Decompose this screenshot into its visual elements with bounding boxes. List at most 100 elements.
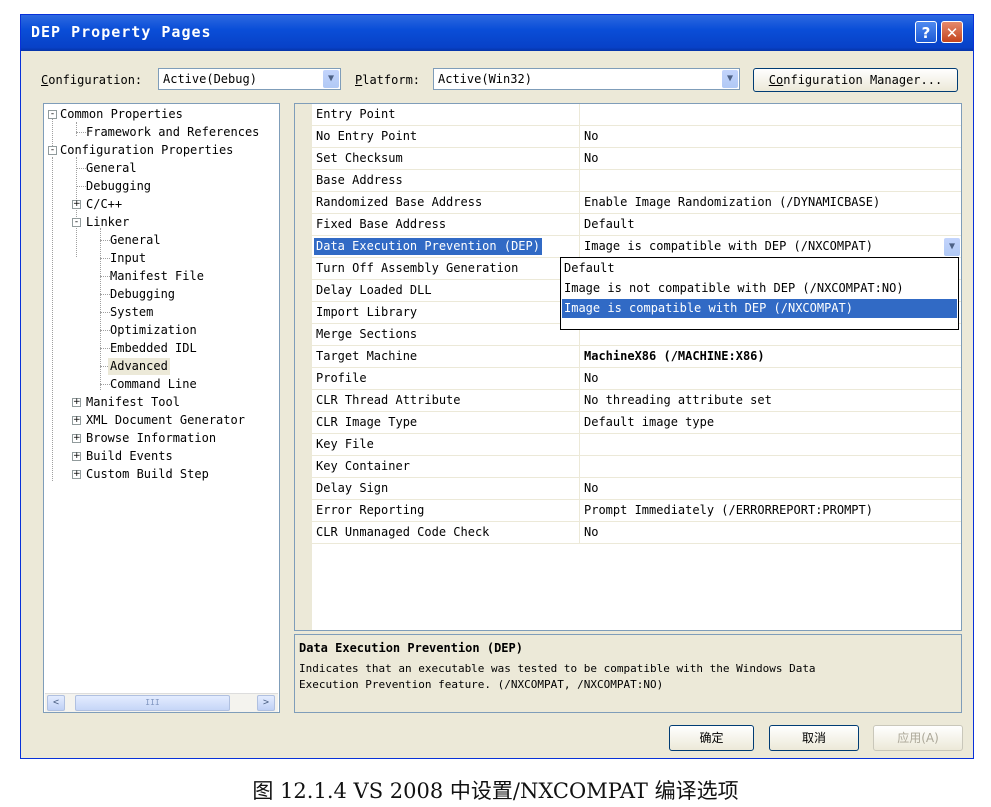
property-value: MachineX86 (/MACHINE:X86) (584, 349, 765, 363)
property-row-delay-sign[interactable]: Delay Sign No (312, 478, 961, 500)
collapse-icon[interactable]: - (72, 218, 81, 227)
tree-item-linker-advanced[interactable]: Advanced (108, 358, 170, 375)
property-value: No threading attribute set (584, 393, 772, 407)
configuration-label: Configuration: (41, 73, 142, 87)
tree-item-linker-command-line[interactable]: Command Line (110, 376, 197, 393)
property-row-base-address[interactable]: Base Address (312, 170, 961, 192)
tree-item-custom-build-step[interactable]: Custom Build Step (86, 466, 209, 483)
scroll-left-icon[interactable]: < (47, 695, 65, 711)
ok-button[interactable]: 确定 (669, 725, 754, 751)
description-line-2: Execution Prevention feature. (/NXCOMPAT… (299, 678, 664, 691)
property-row-clr-unmanaged-code-check[interactable]: CLR Unmanaged Code Check No (312, 522, 961, 544)
close-button[interactable]: ✕ (941, 21, 963, 43)
tree-item-linker[interactable]: Linker (86, 214, 129, 231)
property-name: Merge Sections (316, 327, 418, 341)
property-name: Data Execution Prevention (DEP) (314, 238, 542, 255)
property-grid[interactable]: Entry Point No Entry Point No Set Checksu… (294, 103, 962, 631)
cancel-button[interactable]: 取消 (769, 725, 859, 751)
tree-item-browse-information[interactable]: Browse Information (86, 430, 216, 447)
property-value: Enable Image Randomization (/DYNAMICBASE… (584, 195, 881, 209)
property-name: Key Container (316, 459, 410, 473)
tree-item-general[interactable]: General (86, 160, 137, 177)
property-value: No (584, 371, 599, 385)
property-row-fixed-base-address[interactable]: Fixed Base Address Default (312, 214, 961, 236)
platform-select[interactable]: Active(Win32) ▼ (433, 68, 740, 90)
property-row-entry-point[interactable]: Entry Point (312, 104, 961, 126)
property-name: Base Address (316, 173, 403, 187)
collapse-icon[interactable]: - (48, 110, 57, 119)
tree-item-common-properties[interactable]: Common Properties (60, 106, 183, 123)
property-value: No (584, 525, 599, 539)
property-value: Prompt Immediately (/ERRORREPORT:PROMPT) (584, 503, 873, 517)
expand-icon[interactable]: + (72, 452, 81, 461)
configuration-manager-button[interactable]: Configuration Manager... (753, 68, 958, 92)
collapse-icon[interactable]: - (48, 146, 57, 155)
property-value: Image is compatible with DEP (/NXCOMPAT) (584, 239, 873, 253)
property-row-key-container[interactable]: Key Container (312, 456, 961, 478)
platform-label: Platform: (355, 73, 420, 87)
property-name: Key File (316, 437, 374, 451)
tree-item-xml-document-generator[interactable]: XML Document Generator (86, 412, 245, 429)
expand-icon[interactable]: + (72, 200, 81, 209)
tree-item-cpp[interactable]: C/C++ (86, 196, 122, 213)
property-row-set-checksum[interactable]: Set Checksum No (312, 148, 961, 170)
config-manager-text: nfiguration Manager... (783, 73, 943, 87)
help-button[interactable]: ? (915, 21, 937, 43)
property-row-clr-image-type[interactable]: CLR Image Type Default image type (312, 412, 961, 434)
tree-horizontal-scrollbar[interactable]: < III > (45, 693, 278, 712)
property-row-clr-thread-attribute[interactable]: CLR Thread Attribute No threading attribu… (312, 390, 961, 412)
chevron-down-icon[interactable]: ▼ (323, 70, 339, 88)
property-row-no-entry-point[interactable]: No Entry Point No (312, 126, 961, 148)
expand-icon[interactable]: + (72, 398, 81, 407)
tree-item-linker-embedded-idl[interactable]: Embedded IDL (110, 340, 197, 357)
tree-item-framework-references[interactable]: Framework and References (86, 124, 259, 141)
property-name: Profile (316, 371, 367, 385)
tree-item-linker-system[interactable]: System (110, 304, 153, 321)
configuration-value: Active(Debug) (163, 72, 257, 86)
tree-item-configuration-properties[interactable]: Configuration Properties (60, 142, 233, 159)
property-name: Fixed Base Address (316, 217, 447, 231)
property-row-target-machine[interactable]: Target Machine MachineX86 (/MACHINE:X86) (312, 346, 961, 368)
property-value: Default image type (584, 415, 715, 429)
title-bar[interactable]: DEP Property Pages ? ✕ (21, 15, 973, 51)
property-row-dep[interactable]: Data Execution Prevention (DEP) Image is … (312, 236, 961, 258)
property-value: No (584, 129, 599, 143)
property-name: CLR Thread Attribute (316, 393, 461, 407)
dropdown-option-default[interactable]: Default (562, 259, 957, 278)
dep-dropdown-list[interactable]: Default Image is not compatible with DEP… (560, 257, 959, 330)
tree-item-linker-input[interactable]: Input (110, 250, 146, 267)
configuration-label-text: onfiguration: (48, 73, 143, 87)
tree-item-build-events[interactable]: Build Events (86, 448, 173, 465)
chevron-down-icon[interactable]: ▼ (722, 70, 738, 88)
scroll-right-icon[interactable]: > (257, 695, 275, 711)
expand-icon[interactable]: + (72, 470, 81, 479)
property-row-error-reporting[interactable]: Error Reporting Prompt Immediately (/ERRO… (312, 500, 961, 522)
property-value: No (584, 481, 599, 495)
chevron-down-icon[interactable]: ▼ (944, 238, 960, 256)
property-row-profile[interactable]: Profile No (312, 368, 961, 390)
platform-label-text: latform: (362, 73, 421, 87)
expand-icon[interactable]: + (72, 416, 81, 425)
tree-item-linker-general[interactable]: General (110, 232, 161, 249)
tree-item-debugging[interactable]: Debugging (86, 178, 151, 195)
description-panel: Data Execution Prevention (DEP) Indicate… (294, 634, 962, 713)
tree-item-linker-debugging[interactable]: Debugging (110, 286, 175, 303)
property-name: Turn Off Assembly Generation (316, 261, 519, 275)
property-row-randomized-base-address[interactable]: Randomized Base Address Enable Image Rand… (312, 192, 961, 214)
grid-gutter (295, 104, 312, 630)
tree-item-manifest-tool[interactable]: Manifest Tool (86, 394, 180, 411)
apply-button[interactable]: 应用(A) (873, 725, 963, 751)
scroll-thumb[interactable]: III (75, 695, 230, 711)
tree-item-linker-manifest-file[interactable]: Manifest File (110, 268, 204, 285)
expand-icon[interactable]: + (72, 434, 81, 443)
tree-item-linker-optimization[interactable]: Optimization (110, 322, 197, 339)
property-name: Error Reporting (316, 503, 425, 517)
property-name: Entry Point (316, 107, 396, 121)
property-tree[interactable]: - Common Properties Framework and Refere… (43, 103, 280, 713)
configuration-select[interactable]: Active(Debug) ▼ (158, 68, 341, 90)
dropdown-option-not-compatible[interactable]: Image is not compatible with DEP (/NXCOM… (562, 279, 957, 298)
dropdown-option-compatible[interactable]: Image is compatible with DEP (/NXCOMPAT) (562, 299, 957, 318)
property-name: Set Checksum (316, 151, 403, 165)
property-name: Randomized Base Address (316, 195, 483, 209)
property-row-key-file[interactable]: Key File (312, 434, 961, 456)
